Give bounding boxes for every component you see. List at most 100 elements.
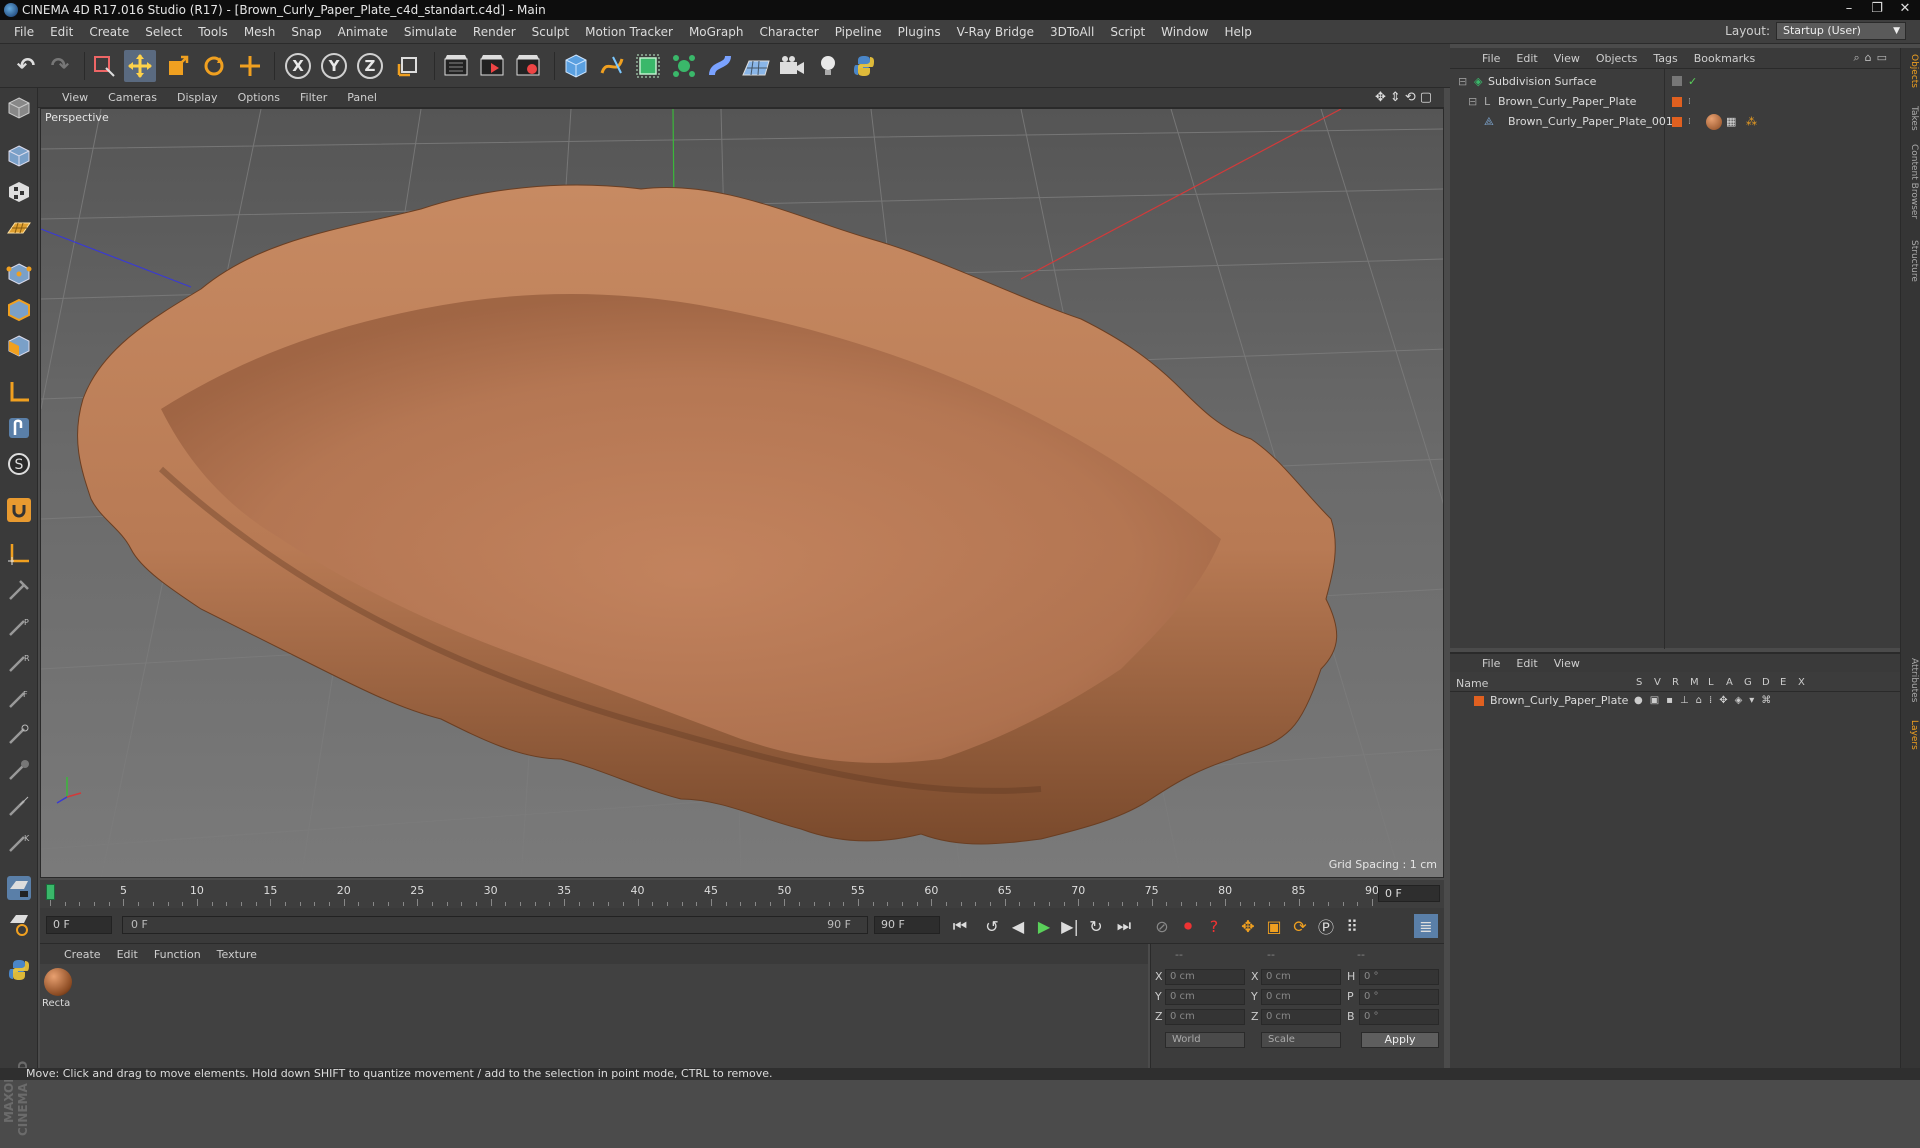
size-z-field[interactable]: 0 cm [1261,1009,1341,1025]
sculpt-pinch-icon[interactable] [3,718,35,750]
material-tag-icon[interactable] [1706,114,1722,130]
magnet-tool-icon[interactable] [3,494,35,526]
layers-menu-view[interactable]: View [1546,657,1588,670]
menu-mograph[interactable]: MoGraph [681,25,752,39]
layer-col-d[interactable]: D [1762,677,1770,688]
layer-color-swatch[interactable] [1672,97,1682,107]
visibility-toggle[interactable] [1672,76,1682,86]
material-name[interactable]: Recta [42,998,70,1009]
key-parameter-icon[interactable]: Ⓟ [1314,914,1338,938]
side-tab-structure[interactable]: Structure [1903,240,1919,282]
objects-menu-file[interactable]: File [1474,52,1508,65]
play-icon[interactable]: ▶ [1032,914,1056,938]
layer-col-s[interactable]: S [1636,677,1642,688]
rot-p-field[interactable]: 0 ° [1359,989,1439,1005]
side-tab-objects[interactable]: Objects [1903,54,1919,88]
next-frame-icon[interactable]: ▶| [1058,914,1082,938]
menu-edit[interactable]: Edit [42,25,81,39]
side-tab-attributes[interactable]: Attributes [1903,658,1919,702]
make-editable-icon[interactable] [3,92,35,124]
paint-layer-refresh-icon[interactable] [3,908,35,940]
rot-b-field[interactable]: 0 ° [1359,1009,1439,1025]
start-frame-field[interactable]: 0 F [46,916,112,934]
y-axis-lock-button[interactable]: Y [318,50,350,82]
tweak-mode-icon[interactable] [3,412,35,444]
size-x-field[interactable]: 0 cm [1261,969,1341,985]
sculpt-knife-icon[interactable]: K [3,826,35,858]
floor-scene-icon[interactable] [740,50,772,82]
maximize-button[interactable]: ❐ [1864,0,1890,18]
menu-create[interactable]: Create [81,25,137,39]
timeline-ticks[interactable]: 051015202530354045505560657075808590 [46,880,1379,908]
timeline-window-icon[interactable]: ≣ [1414,914,1438,938]
scale-tool-icon[interactable] [162,50,194,82]
layout-dropdown[interactable]: Startup (User) ▼ [1776,22,1906,40]
measure-tool-icon[interactable] [3,538,35,570]
timeline-ruler[interactable]: 051015202530354045505560657075808590 0 F [40,880,1444,908]
sculpt-flatten-icon[interactable]: F [3,682,35,714]
cube-primitive-icon[interactable] [560,50,592,82]
visibility-dots-icon[interactable]: ⁞ [1688,113,1691,131]
size-y-field[interactable]: 0 cm [1261,989,1341,1005]
render-to-picture-viewer-icon[interactable] [476,50,508,82]
layer-col-e[interactable]: E [1780,677,1786,688]
end-frame-field[interactable]: 90 F [874,916,940,934]
layer-col-v[interactable]: V [1654,677,1661,688]
visibility-dots-icon[interactable]: ⁞ [1688,93,1691,111]
workplane-mode-icon[interactable] [3,212,35,244]
menu-character[interactable]: Character [751,25,826,39]
layer-row[interactable]: Brown_Curly_Paper_Plate ●▣▪⊥⌂⁞✥◈▾⌘ [1450,692,1900,710]
material-menu-create[interactable]: Create [56,948,109,961]
apply-button[interactable]: Apply [1361,1032,1439,1048]
object-name[interactable]: Subdivision Surface [1488,73,1596,91]
go-to-end-icon[interactable]: ⏭ [1112,914,1136,938]
render-settings-icon[interactable] [512,50,544,82]
model-mode-icon[interactable] [3,140,35,172]
snapping-icon[interactable]: S [3,448,35,480]
menu-snap[interactable]: Snap [283,25,329,39]
menu-3dtoall[interactable]: 3DToAll [1042,25,1102,39]
layer-col-r[interactable]: R [1672,677,1679,688]
paint-layer-lock-icon[interactable] [3,872,35,904]
points-mode-icon[interactable] [3,258,35,290]
z-axis-lock-button[interactable]: Z [354,50,386,82]
minimize-button[interactable]: – [1836,0,1862,18]
menu-simulate[interactable]: Simulate [396,25,465,39]
menu-script[interactable]: Script [1102,25,1153,39]
menu-motion-tracker[interactable]: Motion Tracker [577,25,681,39]
edges-mode-icon[interactable] [3,294,35,326]
move-tool-icon[interactable] [124,50,156,82]
material-menu-texture[interactable]: Texture [209,948,265,961]
object-name[interactable]: Brown_Curly_Paper_Plate [1498,93,1636,111]
tree-row[interactable]: ⊟ ᒪ Brown_Curly_Paper_Plate ⁞ [1450,93,1900,111]
menu-select[interactable]: Select [137,25,190,39]
menu-plugins[interactable]: Plugins [890,25,949,39]
sculpt-inflate-icon[interactable] [3,754,35,786]
key-pla-icon[interactable]: ⠿ [1340,914,1364,938]
previous-frame-icon[interactable]: ◀ [1006,914,1030,938]
coordinate-space-dropdown[interactable]: World [1165,1032,1245,1048]
material-menu-function[interactable]: Function [146,948,209,961]
pos-x-field[interactable]: 0 cm [1165,969,1245,985]
close-button[interactable]: ✕ [1892,0,1918,18]
layer-name[interactable]: Brown_Curly_Paper_Plate [1490,692,1628,710]
viewport-menu-filter[interactable]: Filter [290,91,337,104]
axis-mode-icon[interactable] [3,376,35,408]
sculpt-brush-icon[interactable] [3,574,35,606]
keyframe-selection-icon[interactable]: ? [1202,914,1226,938]
camera-icon[interactable] [776,50,808,82]
mograph-cloner-icon[interactable] [668,50,700,82]
material-preview-swatch[interactable] [44,968,72,996]
collapse-icon[interactable]: ⊟ [1468,93,1477,111]
redo-icon[interactable]: ↷ [44,50,76,82]
viewport-menu-options[interactable]: Options [228,91,290,104]
light-bulb-icon[interactable] [812,50,844,82]
live-selection-icon[interactable] [88,50,120,82]
coordinate-system-icon[interactable] [392,50,424,82]
tree-row[interactable]: ⟁ Brown_Curly_Paper_Plate_001 ⁞ ▦ ⁂ [1450,113,1900,131]
menu-tools[interactable]: Tools [190,25,236,39]
undo-icon[interactable]: ↶ [10,50,42,82]
objects-menu-edit[interactable]: Edit [1508,52,1545,65]
viewport-camera-label[interactable]: Perspective [45,111,109,124]
menu-sculpt[interactable]: Sculpt [524,25,577,39]
